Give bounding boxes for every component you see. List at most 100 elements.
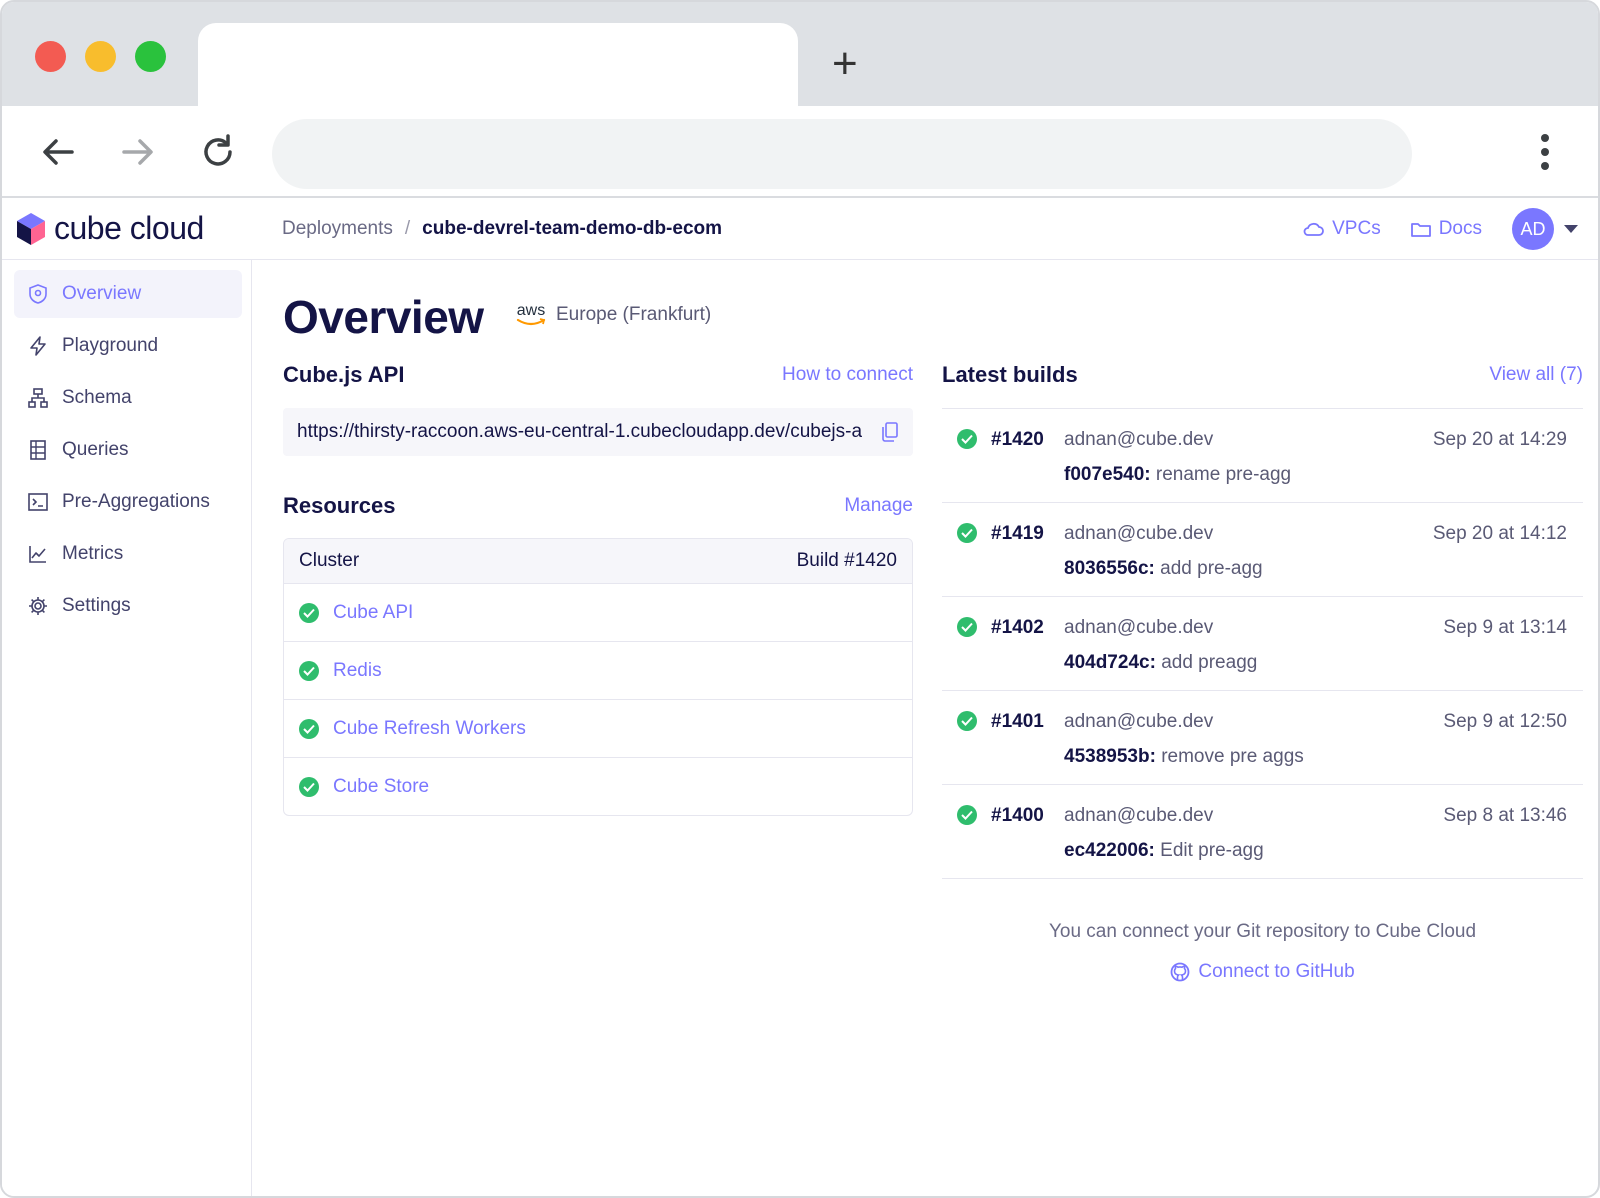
chevron-down-icon[interactable] [1564,225,1578,233]
sidebar-item-label: Schema [62,387,132,408]
resource-label[interactable]: Cube Refresh Workers [333,718,526,740]
app-header: cube cloud Deployments / cube-devrel-tea… [2,198,1598,260]
logo[interactable]: cube cloud [16,210,204,247]
check-circle-icon [299,718,319,739]
build-row[interactable]: #1419 adnan@cube.dev Sep 20 at 14:12 803… [942,503,1583,597]
docs-label: Docs [1438,218,1482,239]
api-url[interactable]: https://thirsty-raccoon.aws-eu-central-1… [297,421,862,443]
resource-label[interactable]: Redis [333,660,382,682]
check-circle-icon [299,776,319,797]
more-menu-icon[interactable] [1532,132,1558,172]
resource-row[interactable]: Cube Refresh Workers [284,699,912,757]
aws-logo: aws [516,303,546,326]
build-commit: 4538953b: remove pre aggs [1064,746,1304,768]
sidebar-item-playground[interactable]: Playground [14,322,242,370]
api-section-header: Cube.js API How to connect [283,355,913,395]
address-bar[interactable] [272,119,1412,189]
check-circle-icon [957,429,977,449]
build-author: adnan@cube.dev [1064,805,1214,826]
build-commit: f007e540: rename pre-agg [1064,464,1291,486]
build-time: Sep 20 at 14:29 [1432,429,1567,450]
aws-smile-icon [516,318,546,326]
minimize-window-button[interactable] [85,41,116,72]
commit-message: rename pre-agg [1155,464,1292,485]
sidebar-item-label: Queries [62,439,129,460]
build-number: #1401 [991,711,1044,732]
build-time: Sep 9 at 13:14 [1443,617,1567,638]
cloud-icon [1303,222,1325,236]
commit-message: Edit pre-agg [1160,840,1264,861]
docs-link[interactable]: Docs [1410,218,1482,240]
reload-icon[interactable] [196,130,240,174]
api-url-box: https://thirsty-raccoon.aws-eu-central-1… [283,408,913,456]
region-info: aws Europe (Frankfurt) [516,303,711,326]
resource-row[interactable]: Redis [284,641,912,699]
browser-tab[interactable] [198,23,798,109]
resource-label[interactable]: Cube Store [333,776,429,798]
sidebar-item-pre-aggregations[interactable]: Pre-Aggregations [14,478,242,526]
back-arrow-icon[interactable] [36,130,80,174]
builds-section-header: Latest builds View all (7) [942,355,1583,395]
check-circle-icon [299,660,319,681]
forward-arrow-icon[interactable] [116,130,160,174]
how-to-connect-link[interactable]: How to connect [782,364,913,386]
sidebar-item-label: Settings [62,595,131,616]
commit-hash: f007e540: [1064,464,1151,485]
check-circle-icon [957,617,977,637]
commit-hash: 4538953b: [1064,746,1156,767]
sidebar-item-settings[interactable]: Settings [14,582,242,630]
sidebar-item-metrics[interactable]: Metrics [14,530,242,578]
check-circle-icon [957,805,977,825]
check-circle-icon [957,711,977,731]
sidebar-item-label: Metrics [62,543,124,564]
build-row[interactable]: #1420 adnan@cube.dev Sep 20 at 14:29 f00… [942,409,1583,503]
vpcs-link[interactable]: VPCs [1302,218,1381,240]
manage-link[interactable]: Manage [844,495,913,517]
build-number: #1400 [991,805,1044,826]
resources-section-header: Resources Manage [283,486,913,526]
resource-row[interactable]: Cube Store [284,757,912,815]
chart-line-icon [29,546,46,563]
build-row[interactable]: #1400 adnan@cube.dev Sep 8 at 13:46 ec42… [942,785,1583,879]
build-row[interactable]: #1402 adnan@cube.dev Sep 9 at 13:14 404d… [942,597,1583,691]
resource-row[interactable]: Cube API [284,583,912,641]
build-commit: 404d724c: add preagg [1064,652,1257,674]
terminal-icon [28,493,48,511]
build-row[interactable]: #1401 adnan@cube.dev Sep 9 at 12:50 4538… [942,691,1583,785]
build-commit: ec422006: Edit pre-agg [1064,840,1264,862]
commit-message: remove pre aggs [1161,746,1304,767]
avatar[interactable]: AD [1512,208,1554,250]
browser-toolbar [2,106,1598,198]
user-menu[interactable]: AD [1512,208,1578,250]
cluster-header: Cluster Build #1420 [284,539,912,583]
sidebar-item-label: Overview [62,283,142,304]
connect-github-link[interactable]: Connect to GitHub [942,961,1583,983]
sidebar-item-label: Pre-Aggregations [62,491,210,512]
build-time: Sep 9 at 12:50 [1443,711,1567,732]
builds-title: Latest builds [942,362,1078,387]
vpcs-label: VPCs [1332,218,1381,239]
commit-hash: 8036556c: [1064,558,1155,579]
maximize-window-button[interactable] [135,41,166,72]
close-window-button[interactable] [35,41,66,72]
sidebar-item-queries[interactable]: Queries [14,426,242,474]
cube-logo-icon [17,212,45,245]
build-time: Sep 8 at 13:46 [1443,805,1567,826]
right-column: Latest builds View all (7) #1420 adnan@c… [942,355,1583,983]
view-all-builds-link[interactable]: View all (7) [1489,364,1583,386]
sidebar-item-overview[interactable]: Overview [14,270,242,318]
new-tab-button[interactable]: + [832,42,858,86]
github-icon [1170,962,1190,982]
breadcrumb-current: cube-devrel-team-demo-db-ecom [422,218,723,239]
sidebar-item-label: Playground [62,335,159,356]
check-circle-icon [957,523,977,543]
header-actions: VPCs Docs AD [1302,208,1578,250]
gear-icon [29,597,47,615]
breadcrumb-deployments[interactable]: Deployments [282,218,393,240]
sidebar-item-schema[interactable]: Schema [14,374,242,422]
resource-label[interactable]: Cube API [333,602,413,624]
commit-hash: 404d724c: [1064,652,1156,673]
build-time: Sep 20 at 14:12 [1432,523,1567,544]
copy-icon[interactable] [881,422,899,442]
browser-tabbar: + [2,2,1598,109]
